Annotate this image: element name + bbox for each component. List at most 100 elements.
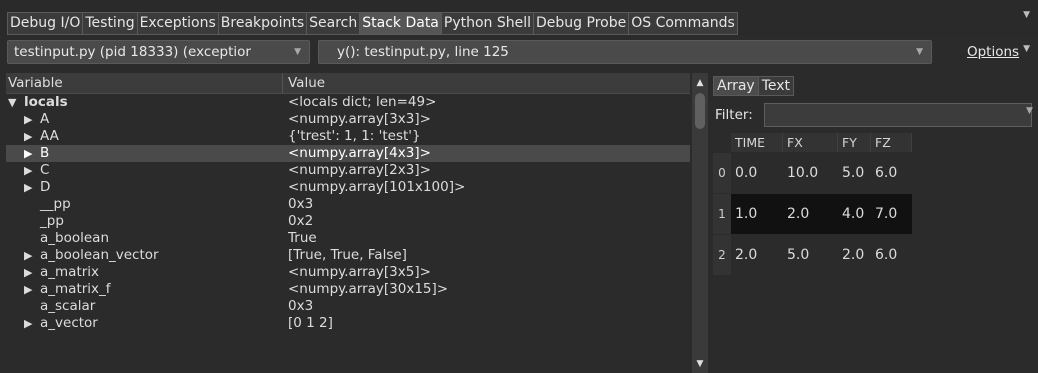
variable-name-text: AA bbox=[40, 128, 59, 144]
column-header-variable[interactable]: Variable bbox=[8, 73, 63, 93]
variable-value: <numpy.array[30x15]> bbox=[288, 281, 449, 297]
tab-array[interactable]: Array bbox=[713, 76, 759, 96]
collapsed-triangle-icon[interactable]: ▶ bbox=[24, 315, 40, 332]
tree-row[interactable]: ▶ a_matrix <numpy.array[3x5]> bbox=[6, 264, 690, 281]
tree-row[interactable]: ▶ a_vector [0 1 2] bbox=[6, 315, 690, 332]
array-row-index[interactable]: 0 bbox=[713, 153, 731, 193]
chevron-down-icon: ▼ bbox=[916, 47, 923, 57]
array-cell[interactable]: 2.0 bbox=[783, 194, 838, 234]
collapsed-triangle-icon[interactable]: ▶ bbox=[24, 111, 40, 128]
array-column-header[interactable]: FZ bbox=[871, 133, 912, 152]
variable-value: <numpy.array[2x3]> bbox=[288, 162, 431, 178]
array-cell[interactable]: 2.0 bbox=[731, 235, 783, 275]
array-cell[interactable]: 6.0 bbox=[871, 235, 912, 275]
tab-text[interactable]: Text bbox=[757, 76, 795, 96]
options-menu-button[interactable]: Options ▼ bbox=[967, 44, 1030, 60]
variable-name: ▶ C bbox=[24, 162, 49, 179]
variable-value: [0 1 2] bbox=[288, 315, 333, 331]
filter-label: Filter: bbox=[715, 107, 753, 123]
variable-value: <numpy.array[3x3]> bbox=[288, 111, 431, 127]
tree-row[interactable]: __pp 0x3 bbox=[6, 196, 690, 213]
tree-row[interactable]: ▶ AA {'trest': 1, 1: 'test'} bbox=[6, 128, 690, 145]
variable-name: ▶ B bbox=[24, 145, 49, 162]
variable-value: <numpy.array[3x5]> bbox=[288, 264, 431, 280]
tab-exceptions[interactable]: Exceptions bbox=[136, 12, 219, 35]
column-divider[interactable] bbox=[282, 73, 283, 93]
variable-value: 0x2 bbox=[288, 213, 314, 229]
scroll-down-arrow-icon[interactable]: ▼ bbox=[692, 357, 708, 371]
tree-row[interactable]: ▶ B <numpy.array[4x3]> bbox=[6, 145, 690, 162]
array-cell[interactable]: 2.0 bbox=[838, 235, 871, 275]
variable-name-text: a_matrix_f bbox=[40, 281, 111, 297]
column-header-value[interactable]: Value bbox=[288, 73, 325, 93]
variable-name: ▼ locals bbox=[8, 94, 68, 111]
variable-name-text: a_vector bbox=[40, 315, 98, 331]
array-cell[interactable]: 6.0 bbox=[871, 153, 912, 193]
variable-name-text: A bbox=[40, 111, 50, 127]
tab-breakpoints[interactable]: Breakpoints bbox=[217, 12, 308, 35]
stack-data-toolbar: testinput.py (pid 18333) (exceptior ▼ y(… bbox=[0, 36, 1038, 70]
tree-row[interactable]: ▶ D <numpy.array[101x100]> bbox=[6, 179, 690, 196]
tree-header: Variable Value bbox=[6, 73, 690, 94]
array-cell[interactable]: 1.0 bbox=[731, 194, 783, 234]
collapsed-triangle-icon[interactable]: ▶ bbox=[24, 264, 40, 281]
tree-row[interactable]: a_boolean True bbox=[6, 230, 690, 247]
array-column-header[interactable]: FX bbox=[783, 133, 838, 152]
tree-row[interactable]: a_scalar 0x3 bbox=[6, 298, 690, 315]
tree-row[interactable]: ▶ A <numpy.array[3x3]> bbox=[6, 111, 690, 128]
scrollbar-thumb[interactable] bbox=[695, 93, 705, 129]
scroll-up-arrow-icon[interactable]: ▲ bbox=[692, 76, 708, 90]
filter-input[interactable] bbox=[764, 103, 1032, 127]
tree-row[interactable]: ▼ locals <locals dict; len=49> bbox=[6, 94, 690, 111]
chevron-down-icon: ▼ bbox=[294, 47, 301, 57]
array-cell[interactable]: 5.0 bbox=[838, 153, 871, 193]
collapsed-triangle-icon[interactable]: ▶ bbox=[24, 145, 40, 162]
collapsed-triangle-icon[interactable]: ▶ bbox=[24, 128, 40, 145]
collapsed-triangle-icon[interactable]: ▶ bbox=[24, 247, 40, 264]
tab-debug-i-o[interactable]: Debug I/O bbox=[7, 12, 84, 35]
variable-value: 0x3 bbox=[288, 196, 314, 212]
array-viewer: Array Text Filter: ▼ TIME FX FY FZ 0 0.0 10.0 5… bbox=[713, 73, 1038, 373]
tree-row[interactable]: ▶ C <numpy.array[2x3]> bbox=[6, 162, 690, 179]
collapsed-triangle-icon[interactable]: ▶ bbox=[24, 162, 40, 179]
tab-overflow-menu-icon[interactable]: ▼ bbox=[1023, 10, 1030, 20]
tree-row[interactable]: ▶ a_boolean_vector [True, True, False] bbox=[6, 247, 690, 264]
tool-tab-bar: Debug I/O Testing Exceptions Breakpoints Sea… bbox=[0, 0, 1038, 35]
array-row[interactable]: 1 1.0 2.0 4.0 7.0 bbox=[713, 194, 912, 234]
array-row[interactable]: 0 0.0 10.0 5.0 6.0 bbox=[713, 153, 912, 193]
tree-row[interactable]: ▶ a_matrix_f <numpy.array[30x15]> bbox=[6, 281, 690, 298]
process-selector-value: testinput.py (pid 18333) (exceptior bbox=[14, 44, 251, 60]
tab-testing[interactable]: Testing bbox=[82, 12, 138, 35]
variable-name: __pp bbox=[24, 196, 71, 213]
tree-scrollbar[interactable]: ▲ ▼ bbox=[692, 73, 708, 373]
variable-name: a_boolean bbox=[24, 230, 109, 247]
collapsed-triangle-icon[interactable]: ▶ bbox=[24, 179, 40, 196]
array-cell[interactable]: 7.0 bbox=[871, 194, 912, 234]
array-cell[interactable]: 0.0 bbox=[731, 153, 783, 193]
chevron-down-icon[interactable]: ▼ bbox=[1026, 106, 1033, 116]
array-cell[interactable]: 5.0 bbox=[783, 235, 838, 275]
collapsed-triangle-icon[interactable]: ▶ bbox=[24, 281, 40, 298]
array-row-index[interactable]: 2 bbox=[713, 235, 731, 275]
expanded-triangle-icon[interactable]: ▼ bbox=[8, 94, 24, 111]
tab-search[interactable]: Search bbox=[306, 12, 361, 35]
tab-stack-data[interactable]: Stack Data bbox=[359, 12, 442, 35]
tab-os-commands[interactable]: OS Commands bbox=[628, 12, 738, 35]
tab-debug-probe[interactable]: Debug Probe bbox=[533, 12, 630, 35]
variable-name: ▶ a_boolean_vector bbox=[24, 247, 159, 264]
variable-value: <numpy.array[4x3]> bbox=[288, 145, 431, 161]
array-row[interactable]: 2 2.0 5.0 2.0 6.0 bbox=[713, 235, 912, 275]
variable-name-text: __pp bbox=[40, 196, 71, 212]
variable-name-text: a_scalar bbox=[40, 298, 96, 314]
array-view-tabs: Array Text bbox=[713, 76, 795, 96]
process-selector[interactable]: testinput.py (pid 18333) (exceptior ▼ bbox=[7, 40, 310, 64]
array-column-header[interactable]: FY bbox=[838, 133, 871, 152]
stack-frame-value: y(): testinput.py, line 125 bbox=[337, 44, 509, 60]
stack-frame-selector[interactable]: y(): testinput.py, line 125 ▼ bbox=[318, 40, 932, 64]
array-cell[interactable]: 10.0 bbox=[783, 153, 838, 193]
tab-python-shell[interactable]: Python Shell bbox=[440, 12, 535, 35]
array-row-index[interactable]: 1 bbox=[713, 194, 731, 234]
array-cell[interactable]: 4.0 bbox=[838, 194, 871, 234]
array-column-header[interactable]: TIME bbox=[731, 133, 783, 152]
tree-row[interactable]: _pp 0x2 bbox=[6, 213, 690, 230]
